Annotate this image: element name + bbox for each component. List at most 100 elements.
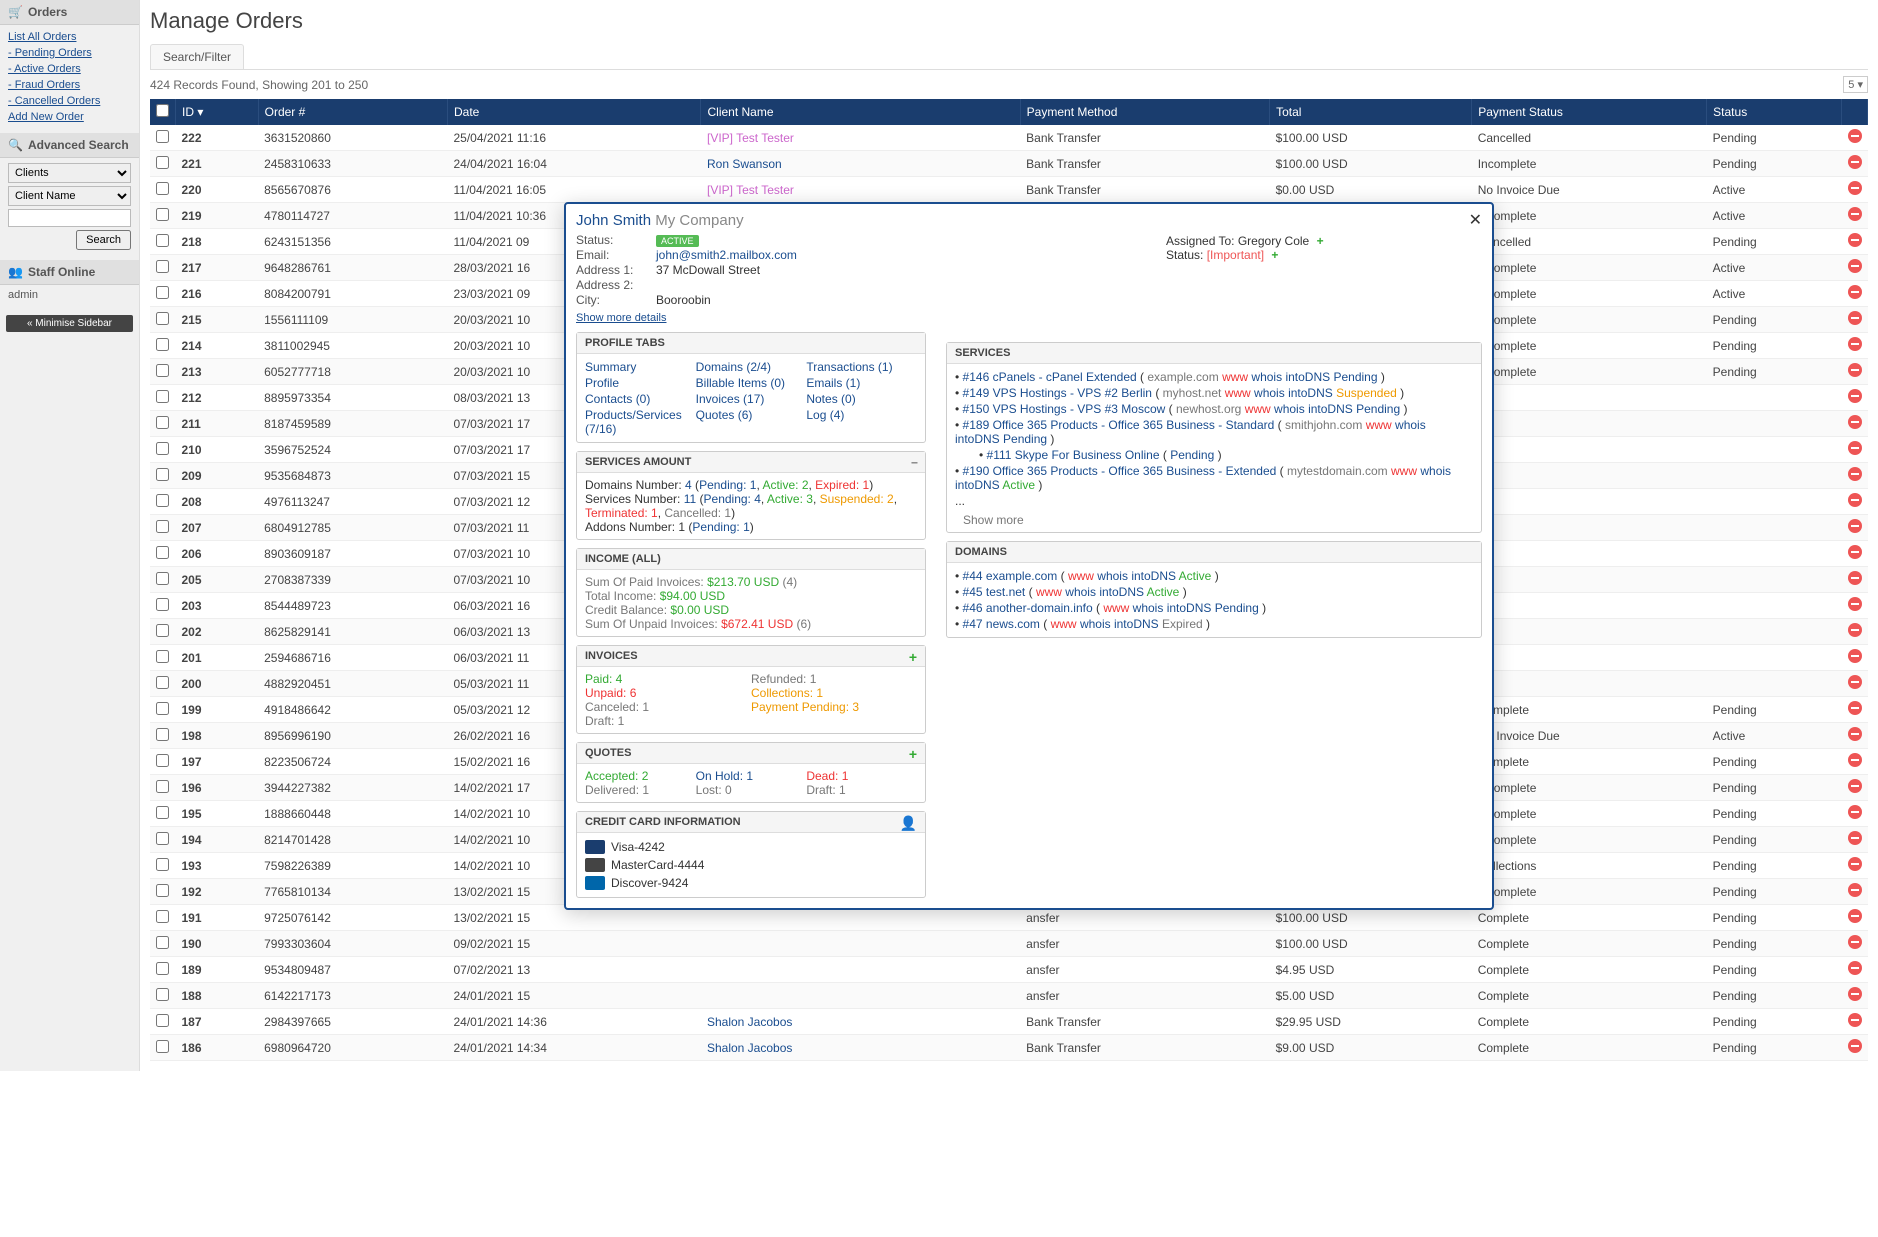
- table-row[interactable]: 189953480948707/02/2021 13ansfer$4.95 US…: [150, 957, 1868, 983]
- row-checkbox[interactable]: [156, 130, 169, 143]
- row-checkbox[interactable]: [156, 312, 169, 325]
- adv-select-field[interactable]: Client Name: [8, 186, 131, 206]
- service-item[interactable]: • #189 Office 365 Products - Office 365 …: [955, 417, 1473, 447]
- sidebar-item[interactable]: - Cancelled Orders: [8, 95, 100, 107]
- adv-search-input[interactable]: [8, 209, 131, 227]
- delete-icon[interactable]: [1848, 259, 1862, 273]
- delete-icon[interactable]: [1848, 337, 1862, 351]
- sidebar-item[interactable]: - Active Orders: [8, 63, 81, 75]
- row-checkbox[interactable]: [156, 546, 169, 559]
- delete-icon[interactable]: [1848, 415, 1862, 429]
- sidebar-item[interactable]: Add New Order: [8, 111, 84, 123]
- domain-item[interactable]: • #47 news.com ( www whois intoDNS Expir…: [955, 616, 1473, 632]
- row-checkbox[interactable]: [156, 520, 169, 533]
- delete-icon[interactable]: [1848, 753, 1862, 767]
- delete-icon[interactable]: [1848, 675, 1862, 689]
- delete-icon[interactable]: [1848, 987, 1862, 1001]
- table-row[interactable]: 190799330360409/02/2021 15ansfer$100.00 …: [150, 931, 1868, 957]
- profile-tab-link[interactable]: Products/Services (7/16): [585, 407, 696, 437]
- delete-icon[interactable]: [1848, 935, 1862, 949]
- profile-tab-link[interactable]: Emails (1): [806, 375, 917, 391]
- delete-icon[interactable]: [1848, 441, 1862, 455]
- delete-icon[interactable]: [1848, 311, 1862, 325]
- table-row[interactable]: 188614221717324/01/2021 15ansfer$5.00 US…: [150, 983, 1868, 1009]
- row-checkbox[interactable]: [156, 468, 169, 481]
- delete-icon[interactable]: [1848, 467, 1862, 481]
- delete-icon[interactable]: [1848, 155, 1862, 169]
- row-checkbox[interactable]: [156, 182, 169, 195]
- delete-icon[interactable]: [1848, 623, 1862, 637]
- col-ordernum[interactable]: Order #: [258, 99, 447, 125]
- sidebar-item[interactable]: - Pending Orders: [8, 47, 92, 59]
- profile-tab-link[interactable]: Notes (0): [806, 391, 917, 407]
- row-checkbox[interactable]: [156, 442, 169, 455]
- row-checkbox[interactable]: [156, 858, 169, 871]
- service-item[interactable]: • #190 Office 365 Products - Office 365 …: [955, 463, 1473, 493]
- adv-select-type[interactable]: Clients: [8, 163, 131, 183]
- client-link[interactable]: [VIP] Test Tester: [707, 131, 794, 145]
- delete-icon[interactable]: [1848, 233, 1862, 247]
- user-icon[interactable]: 👤: [900, 815, 917, 832]
- row-checkbox[interactable]: [156, 260, 169, 273]
- profile-tab-link[interactable]: Invoices (17): [696, 391, 807, 407]
- row-checkbox[interactable]: [156, 1040, 169, 1053]
- adv-search-button[interactable]: Search: [76, 230, 131, 250]
- delete-icon[interactable]: [1848, 649, 1862, 663]
- client-link[interactable]: Shalon Jacobos: [707, 1041, 792, 1055]
- delete-icon[interactable]: [1848, 1039, 1862, 1053]
- delete-icon[interactable]: [1848, 857, 1862, 871]
- profile-tab-link[interactable]: Profile: [585, 375, 696, 391]
- row-checkbox[interactable]: [156, 884, 169, 897]
- client-email-link[interactable]: john@smith2.mailbox.com: [656, 248, 797, 262]
- row-checkbox[interactable]: [156, 962, 169, 975]
- row-checkbox[interactable]: [156, 364, 169, 377]
- delete-icon[interactable]: [1848, 519, 1862, 533]
- row-checkbox[interactable]: [156, 780, 169, 793]
- sidebar-item[interactable]: List All Orders: [8, 31, 76, 43]
- delete-icon[interactable]: [1848, 207, 1862, 221]
- row-checkbox[interactable]: [156, 156, 169, 169]
- table-row[interactable]: 187298439766524/01/2021 14:36Shalon Jaco…: [150, 1009, 1868, 1035]
- profile-tab-link[interactable]: Contacts (0): [585, 391, 696, 407]
- delete-icon[interactable]: [1848, 129, 1862, 143]
- row-checkbox[interactable]: [156, 624, 169, 637]
- row-checkbox[interactable]: [156, 936, 169, 949]
- profile-tab-link[interactable]: Summary: [585, 359, 696, 375]
- delete-icon[interactable]: [1848, 701, 1862, 715]
- row-checkbox[interactable]: [156, 676, 169, 689]
- row-checkbox[interactable]: [156, 338, 169, 351]
- service-item[interactable]: • #146 cPanels - cPanel Extended ( examp…: [955, 369, 1473, 385]
- minimise-sidebar-button[interactable]: « Minimise Sidebar: [6, 315, 133, 332]
- delete-icon[interactable]: [1848, 909, 1862, 923]
- profile-tab-link[interactable]: Log (4): [806, 407, 917, 423]
- popup-close-icon[interactable]: ✕: [1469, 210, 1482, 230]
- profile-tab-link[interactable]: Billable Items (0): [696, 375, 807, 391]
- row-checkbox[interactable]: [156, 390, 169, 403]
- delete-icon[interactable]: [1848, 389, 1862, 403]
- delete-icon[interactable]: [1848, 181, 1862, 195]
- row-checkbox[interactable]: [156, 754, 169, 767]
- client-link[interactable]: [VIP] Test Tester: [707, 183, 794, 197]
- row-checkbox[interactable]: [156, 702, 169, 715]
- table-row[interactable]: 221245831063324/04/2021 16:04Ron Swanson…: [150, 151, 1868, 177]
- sidebar-item[interactable]: - Fraud Orders: [8, 79, 80, 91]
- row-checkbox[interactable]: [156, 910, 169, 923]
- delete-icon[interactable]: [1848, 597, 1862, 611]
- cstatus-add-icon[interactable]: +: [1271, 248, 1278, 262]
- row-checkbox[interactable]: [156, 1014, 169, 1027]
- invoice-add-icon[interactable]: +: [909, 649, 917, 665]
- collapse-icon[interactable]: --: [911, 455, 917, 469]
- delete-icon[interactable]: [1848, 493, 1862, 507]
- domain-item[interactable]: • #45 test.net ( www whois intoDNS Activ…: [955, 584, 1473, 600]
- delete-icon[interactable]: [1848, 883, 1862, 897]
- delete-icon[interactable]: [1848, 779, 1862, 793]
- row-checkbox[interactable]: [156, 650, 169, 663]
- col-payment[interactable]: Payment Method: [1020, 99, 1269, 125]
- service-item[interactable]: • #150 VPS Hostings - VPS #3 Moscow ( ne…: [955, 401, 1473, 417]
- delete-icon[interactable]: [1848, 363, 1862, 377]
- row-checkbox[interactable]: [156, 988, 169, 1001]
- row-checkbox[interactable]: [156, 494, 169, 507]
- row-checkbox[interactable]: [156, 806, 169, 819]
- assigned-add-icon[interactable]: +: [1317, 234, 1324, 248]
- profile-tab-link[interactable]: Domains (2/4): [696, 359, 807, 375]
